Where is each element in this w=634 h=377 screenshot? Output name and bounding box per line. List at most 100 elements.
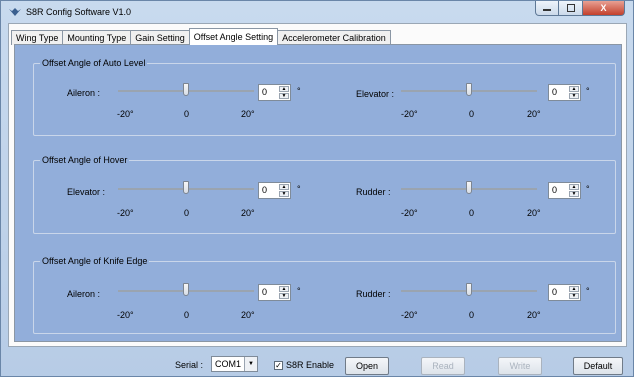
tick-zero: 0: [184, 310, 190, 320]
spin-up-icon[interactable]: ▲: [279, 286, 289, 292]
write-button[interactable]: Write: [498, 357, 542, 375]
spin-up-icon[interactable]: ▲: [569, 86, 579, 92]
serial-label: Serial :: [175, 360, 204, 370]
slider-thumb[interactable]: [183, 181, 189, 194]
elevator-hover-slider[interactable]: [118, 181, 254, 194]
control-label: Rudder :: [356, 289, 391, 299]
tick-max: 20°: [527, 208, 541, 218]
aileron-offset-spinner[interactable]: 0 ▲ ▼: [258, 84, 291, 101]
spinner-value[interactable]: 0: [262, 185, 267, 195]
tick-max: 20°: [241, 310, 255, 320]
tick-max: 20°: [527, 109, 541, 119]
slider-thumb[interactable]: [466, 283, 472, 296]
tick-max: 20°: [241, 208, 255, 218]
chevron-down-icon[interactable]: ▼: [244, 357, 257, 371]
group-title: Offset Angle of Auto Level: [40, 58, 148, 68]
tick-min: -20°: [401, 109, 418, 119]
group-hover: Offset Angle of Hover: [33, 155, 616, 234]
tab-wing-type[interactable]: Wing Type: [11, 30, 64, 45]
window-controls: X: [535, 1, 625, 17]
rudder-hover-slider[interactable]: [401, 181, 537, 194]
maximize-icon: [566, 4, 575, 12]
tab-strip: Wing Type Mounting Type Gain Setting Off…: [11, 28, 391, 45]
app-icon: [9, 8, 21, 16]
s8r-enable-checkbox[interactable]: ✓: [274, 361, 283, 370]
tick-zero: 0: [469, 208, 475, 218]
serial-port-select[interactable]: COM1 ▼: [211, 356, 258, 372]
slider-thumb[interactable]: [183, 83, 189, 96]
spinner-arrows: ▲ ▼: [569, 286, 579, 299]
spinner-value[interactable]: 0: [552, 287, 557, 297]
tick-min: -20°: [401, 310, 418, 320]
tab-accelerometer-calibration[interactable]: Accelerometer Calibration: [277, 30, 391, 45]
rudder-knife-edge-slider[interactable]: [401, 283, 537, 296]
spin-down-icon[interactable]: ▼: [569, 191, 579, 197]
close-icon: X: [600, 3, 607, 13]
tick-min: -20°: [117, 208, 134, 218]
tick-zero: 0: [184, 109, 190, 119]
tick-min: -20°: [117, 310, 134, 320]
tick-min: -20°: [117, 109, 134, 119]
tab-gain-setting[interactable]: Gain Setting: [130, 30, 190, 45]
degree-unit: °: [297, 86, 301, 96]
spinner-arrows: ▲ ▼: [569, 86, 579, 99]
spinner-arrows: ▲ ▼: [569, 184, 579, 197]
tick-max: 20°: [241, 109, 255, 119]
spin-up-icon[interactable]: ▲: [279, 184, 289, 190]
close-button[interactable]: X: [583, 1, 625, 16]
read-button[interactable]: Read: [421, 357, 465, 375]
rudder-knife-edge-spinner[interactable]: 0 ▲ ▼: [548, 284, 581, 301]
spinner-arrows: ▲ ▼: [279, 184, 289, 197]
slider-thumb[interactable]: [183, 283, 189, 296]
tick-zero: 0: [184, 208, 190, 218]
group-title: Offset Angle of Hover: [40, 155, 130, 165]
elevator-offset-spinner[interactable]: 0 ▲ ▼: [548, 84, 581, 101]
tick-max: 20°: [527, 310, 541, 320]
maximize-button[interactable]: [559, 1, 583, 16]
tab-offset-angle-setting[interactable]: Offset Angle Setting: [188, 28, 279, 45]
degree-unit: °: [586, 86, 590, 96]
window-title: S8R Config Software V1.0: [26, 7, 132, 17]
degree-unit: °: [586, 184, 590, 194]
degree-unit: °: [586, 286, 590, 296]
elevator-offset-slider[interactable]: [401, 83, 537, 96]
spinner-value[interactable]: 0: [262, 287, 267, 297]
spin-down-icon[interactable]: ▼: [279, 293, 289, 299]
slider-thumb[interactable]: [466, 83, 472, 96]
spin-down-icon[interactable]: ▼: [279, 191, 289, 197]
title-bar[interactable]: S8R Config Software V1.0 X: [1, 1, 633, 23]
spinner-arrows: ▲ ▼: [279, 86, 289, 99]
control-label: Aileron :: [67, 289, 101, 299]
spin-up-icon[interactable]: ▲: [569, 286, 579, 292]
aileron-knife-edge-spinner[interactable]: 0 ▲ ▼: [258, 284, 291, 301]
open-button[interactable]: Open: [345, 357, 389, 375]
main-window: S8R Config Software V1.0 X Wing Type Mou…: [0, 0, 634, 377]
spin-up-icon[interactable]: ▲: [569, 184, 579, 190]
slider-thumb[interactable]: [466, 181, 472, 194]
spin-down-icon[interactable]: ▼: [569, 293, 579, 299]
spin-down-icon[interactable]: ▼: [569, 93, 579, 99]
group-knife-edge: Offset Angle of Knife Edge: [33, 256, 616, 334]
spin-up-icon[interactable]: ▲: [279, 86, 289, 92]
minimize-icon: [543, 9, 551, 11]
aileron-offset-slider[interactable]: [118, 83, 254, 96]
spinner-value[interactable]: 0: [552, 185, 557, 195]
s8r-enable-label[interactable]: S8R Enable: [286, 360, 334, 370]
aileron-knife-edge-slider[interactable]: [118, 283, 254, 296]
degree-unit: °: [297, 184, 301, 194]
control-label: Elevator :: [67, 187, 106, 197]
spinner-value[interactable]: 0: [262, 87, 267, 97]
tick-min: -20°: [401, 208, 418, 218]
minimize-button[interactable]: [535, 1, 559, 16]
spin-down-icon[interactable]: ▼: [279, 93, 289, 99]
rudder-hover-spinner[interactable]: 0 ▲ ▼: [548, 182, 581, 199]
group-title: Offset Angle of Knife Edge: [40, 256, 150, 266]
elevator-hover-spinner[interactable]: 0 ▲ ▼: [258, 182, 291, 199]
group-auto-level: Offset Angle of Auto Level: [33, 58, 616, 136]
tick-zero: 0: [469, 310, 475, 320]
tab-mounting-type[interactable]: Mounting Type: [62, 30, 132, 45]
spinner-value[interactable]: 0: [552, 87, 557, 97]
spinner-arrows: ▲ ▼: [279, 286, 289, 299]
degree-unit: °: [297, 286, 301, 296]
default-button[interactable]: Default: [573, 357, 623, 375]
